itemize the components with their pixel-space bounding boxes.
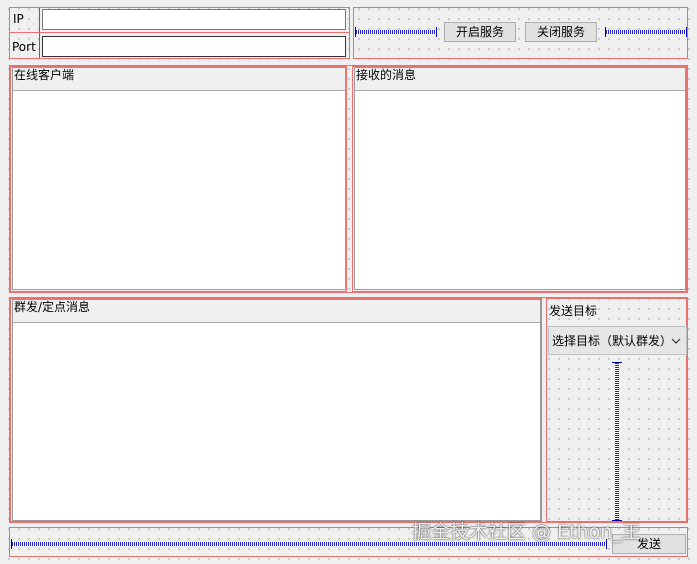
connection-row-divider <box>10 32 349 33</box>
received-messages-header: 接收的消息 <box>355 68 685 91</box>
connection-divider <box>39 8 40 58</box>
received-messages-list[interactable] <box>355 90 685 289</box>
send-target-value: 选择目标（默认群发） <box>552 334 673 348</box>
ip-input[interactable] <box>42 9 346 30</box>
port-input[interactable] <box>42 36 346 57</box>
received-messages-panel: 接收的消息 <box>354 67 686 290</box>
broadcast-header: 群发/定点消息 <box>13 300 540 323</box>
send-target-select[interactable]: 选择目标（默认群发） <box>548 326 687 355</box>
ip-label: IP <box>13 12 24 26</box>
send-target-label: 发送目标 <box>549 304 598 318</box>
right-horizontal-spacer <box>605 27 687 37</box>
online-clients-title: 在线客户端 <box>14 68 75 82</box>
broadcast-title: 群发/定点消息 <box>14 300 91 314</box>
port-label: Port <box>12 40 36 54</box>
received-messages-title: 接收的消息 <box>356 68 417 82</box>
online-clients-panel: 在线客户端 <box>12 67 346 290</box>
online-clients-list[interactable] <box>13 90 345 289</box>
broadcast-panel: 群发/定点消息 <box>12 299 541 521</box>
chevron-down-icon <box>671 338 681 344</box>
left-horizontal-spacer <box>355 27 437 37</box>
start-service-button[interactable]: 开启服务 <box>444 22 516 42</box>
stop-service-button[interactable]: 关闭服务 <box>525 22 597 42</box>
broadcast-message-editor[interactable] <box>13 322 540 520</box>
vertical-spacer <box>612 362 622 521</box>
watermark: 掘金技术社区 @ Ethon_王 <box>412 521 641 543</box>
online-clients-header: 在线客户端 <box>13 68 345 91</box>
